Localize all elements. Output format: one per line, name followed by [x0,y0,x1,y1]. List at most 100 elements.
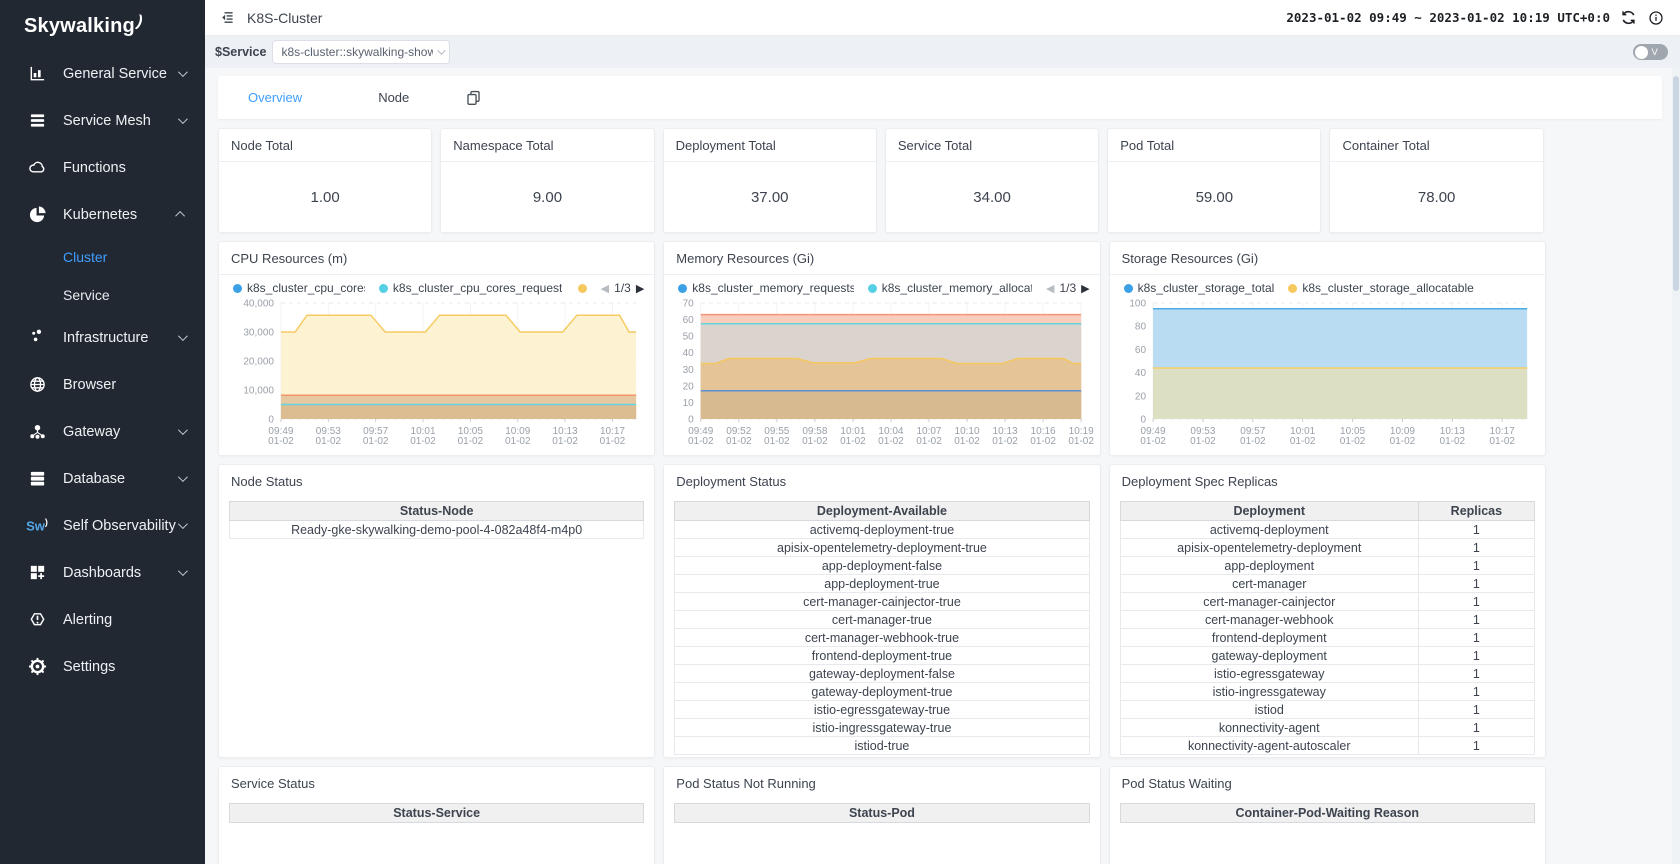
time-range[interactable]: 2023-01-02 09:49 ~ 2023-01-02 10:19 UTC+… [1286,10,1610,25]
svg-text:01-02: 01-02 [1339,436,1365,447]
table-cell: app-deployment-true [675,575,1089,593]
legend-item-k8s-cluster-memory-allocat[interactable]: k8s_cluster_memory_allocat [868,281,1032,295]
chart-canvas[interactable]: 01020304050607009:4901-0209:5201-0209:55… [664,297,1099,452]
sidebar-collapse-icon[interactable] [217,8,237,28]
chart-title: Storage Resources (Gi) [1110,242,1545,275]
data-table: DeploymentReplicasactivemq-deployment1ap… [1120,501,1535,755]
cloud-icon [26,158,48,178]
sidebar-item-label: Gateway [63,424,120,440]
svg-text:01-02: 01-02 [726,436,752,447]
stat-card-title: Pod Total [1108,129,1320,162]
sidebar-item-infrastructure[interactable]: Infrastructure [0,314,205,361]
table-cell: gateway-deployment [1120,647,1418,665]
svg-text:80: 80 [1135,322,1147,333]
sidebar-item-gateway[interactable]: Gateway [0,408,205,455]
logo-swoosh-icon: ) [134,13,145,32]
alert-icon [26,610,48,630]
table-cell: istio-egressgateway [1120,665,1418,683]
tab-node[interactable]: Node [378,90,409,105]
sidebar-item-self-observability[interactable]: Sw) Self Observability [0,502,205,549]
table-cell: app-deployment-false [675,557,1089,575]
svg-text:20: 20 [1135,391,1147,402]
legend-pager: ◀1/3▶ [601,281,645,295]
svg-text:01-02: 01-02 [363,436,389,447]
table-row: apisix-opentelemetry-deployment1 [1120,539,1534,557]
legend-label: k8s_cluster_memory_requests [692,281,853,295]
table-panel-node-status: Node StatusStatus-NodeReady-gke-skywalki… [218,464,655,758]
sidebar-item-label: Dashboards [63,565,141,581]
table-row: cert-manager-cainjector-true [675,593,1089,611]
table-cell: konnectivity-agent [1120,719,1418,737]
copy-icon[interactable] [465,89,482,106]
legend-item-k8s-cluster-storage-allocatable[interactable]: k8s_cluster_storage_allocatable [1288,281,1473,295]
table-cell: frontend-deployment [1120,629,1418,647]
legend-item-k8s-cluster-cpu-cores[interactable]: k8s_cluster_cpu_cores [233,281,365,295]
sidebar-item-browser[interactable]: Browser [0,361,205,408]
sidebar-item-settings[interactable]: Settings [0,643,205,690]
chart-canvas[interactable]: 02040608010009:4901-0209:5301-0209:5701-… [1110,297,1545,452]
legend-item-k8s-cluster-memory-requests[interactable]: k8s_cluster_memory_requests [678,281,853,295]
sw-icon: Sw) [26,516,48,536]
table-panel-pod-status-waiting: Pod Status WaitingContainer-Pod-Waiting … [1109,766,1546,864]
sidebar-item-label: Self Observability [63,518,176,534]
table-panel-title: Deployment Status [664,465,1099,497]
table-cell: cert-manager [1120,575,1418,593]
sidebar-item-alerting[interactable]: Alerting [0,596,205,643]
sidebar-subitem-service[interactable]: Service [0,276,205,314]
sidebar-item-kubernetes[interactable]: Kubernetes [0,191,205,238]
chevron-down-icon [178,331,188,341]
sidebar-item-dashboards[interactable]: Dashboards [0,549,205,596]
table-cell: 1 [1418,521,1534,539]
sidebar-item-general-service[interactable]: General Service [0,50,205,97]
svg-text:60: 60 [683,315,695,326]
svg-text:01-02: 01-02 [993,436,1019,447]
sidebar-item-label: General Service [63,66,167,82]
variables-toggle[interactable]: V [1633,44,1668,60]
table-cell: Ready-gke-skywalking-demo-pool-4-082a48f… [230,521,644,539]
scrollbar-thumb[interactable] [1673,76,1679,291]
legend-prev-icon[interactable]: ◀ [601,282,609,295]
chart-title: CPU Resources (m) [219,242,654,275]
toggle-label: V [1652,47,1658,58]
svg-text:10: 10 [683,398,695,409]
stat-card-title: Container Total [1330,129,1542,162]
legend-item-k8s-cluster-storage-total[interactable]: k8s_cluster_storage_total [1124,281,1275,295]
stat-card-title: Service Total [886,129,1098,162]
table-row: istio-egressgateway1 [1120,665,1534,683]
table-cell: activemq-deployment-true [675,521,1089,539]
svg-text:100: 100 [1129,299,1146,310]
stat-card-value: 78.00 [1330,162,1542,232]
legend-next-icon[interactable]: ▶ [636,282,644,295]
table-header-cell: Container-Pod-Waiting Reason [1120,804,1534,823]
data-table: Deployment-Availableactivemq-deployment-… [674,501,1089,755]
table-row: gateway-deployment1 [1120,647,1534,665]
table-row: istio-ingressgateway1 [1120,683,1534,701]
scrollbar-track[interactable] [1672,68,1680,864]
chart-panel-memory-resources-gi-: Memory Resources (Gi)k8s_cluster_memory_… [663,241,1100,456]
table-row: gateway-deployment-true [675,683,1089,701]
chart-legend: k8s_cluster_memory_requests k8s_cluster_m… [664,275,1099,297]
table-panel-pod-status-not-running: Pod Status Not RunningStatus-Pod [663,766,1100,864]
sidebar-item-functions[interactable]: Functions [0,144,205,191]
table-panel-title: Pod Status Not Running [664,767,1099,799]
tab-overview[interactable]: Overview [248,90,302,105]
table-cell: app-deployment [1120,557,1418,575]
legend-next-icon[interactable]: ▶ [1081,282,1089,295]
service-select[interactable]: k8s-cluster::skywalking-showca [272,40,450,64]
data-table: Container-Pod-Waiting Reason [1120,803,1535,823]
sidebar-item-database[interactable]: Database [0,455,205,502]
refresh-icon[interactable] [1618,8,1638,28]
sidebar-item-service-mesh[interactable]: Service Mesh [0,97,205,144]
table-row: istiod-true [675,737,1089,755]
chart-canvas[interactable]: 010,00020,00030,00040,00009:4901-0209:53… [219,297,654,452]
chart-legend: k8s_cluster_storage_total k8s_cluster_sto… [1110,275,1545,297]
svg-text:0: 0 [268,415,274,426]
legend-item-k8s-cluster-cpu-cores-requests[interactable]: k8s_cluster_cpu_cores_requests [379,281,562,295]
legend-prev-icon[interactable]: ◀ [1046,282,1054,295]
sidebar-subitem-label: Service [63,287,110,303]
dashboard-content: OverviewNode Node Total1.00Namespace Tot… [205,68,1680,864]
table-header-cell: Status-Service [230,804,644,823]
sidebar-subitem-cluster[interactable]: Cluster [0,238,205,276]
table-cell: 1 [1418,629,1534,647]
info-icon[interactable] [1646,8,1666,28]
